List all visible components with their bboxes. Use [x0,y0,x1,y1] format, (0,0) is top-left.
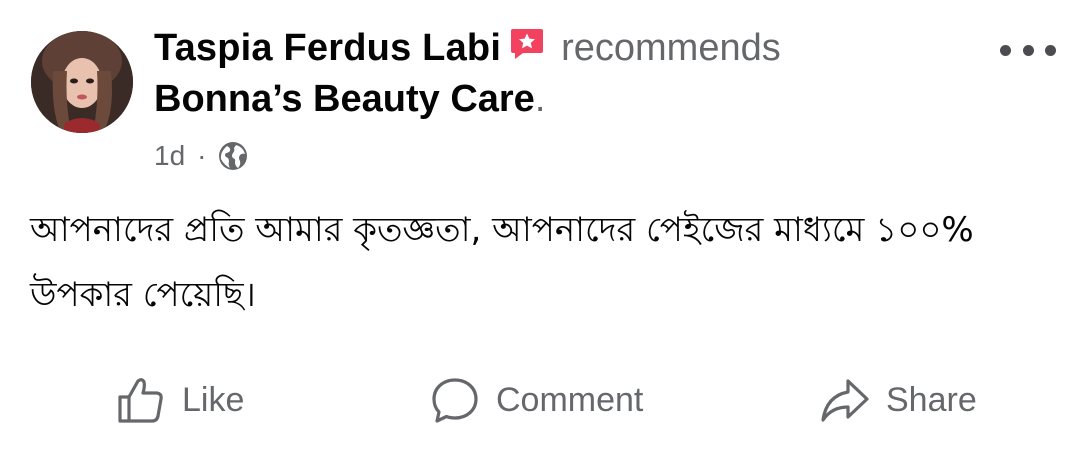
globe-icon[interactable] [218,141,248,171]
thumbs-up-icon [118,378,163,423]
share-label: Share [886,380,977,419]
post-body-text: আপনাদের প্রতি আমার কৃতজ্ঞতা, আপনাদের পেই… [30,210,974,315]
avatar-image [31,31,133,133]
like-button[interactable]: Like [116,362,244,438]
author-name[interactable]: Taspia Ferdus Labi [154,27,501,70]
recommended-page: Bonna’s Beauty Care. [154,78,545,121]
share-arrow-icon [821,379,869,422]
recommendation-badge-icon [509,26,545,62]
like-label: Like [182,380,245,419]
comment-button[interactable]: Comment [430,362,643,438]
comment-label: Comment [496,380,644,419]
post-header: Taspia Ferdus Labi recommends [154,25,781,71]
meta-separator: · [197,140,207,171]
share-button[interactable]: Share [820,362,977,438]
more-options-icon-dot [1045,44,1056,56]
post-timestamp[interactable]: 1d [154,140,185,172]
recommends-text: recommends [561,26,781,69]
recommended-page-link[interactable]: Bonna’s Beauty Care [154,78,535,120]
more-options-icon [1000,44,1011,56]
more-options-icon-dot [1022,44,1034,56]
author-avatar[interactable] [31,31,133,133]
post-action-bar: Like Comment Share [0,362,1080,438]
more-options-button[interactable] [1000,34,1056,66]
page-name-period: . [534,78,546,120]
post-meta: 1d · [154,138,248,174]
comment-bubble-icon [432,378,478,423]
